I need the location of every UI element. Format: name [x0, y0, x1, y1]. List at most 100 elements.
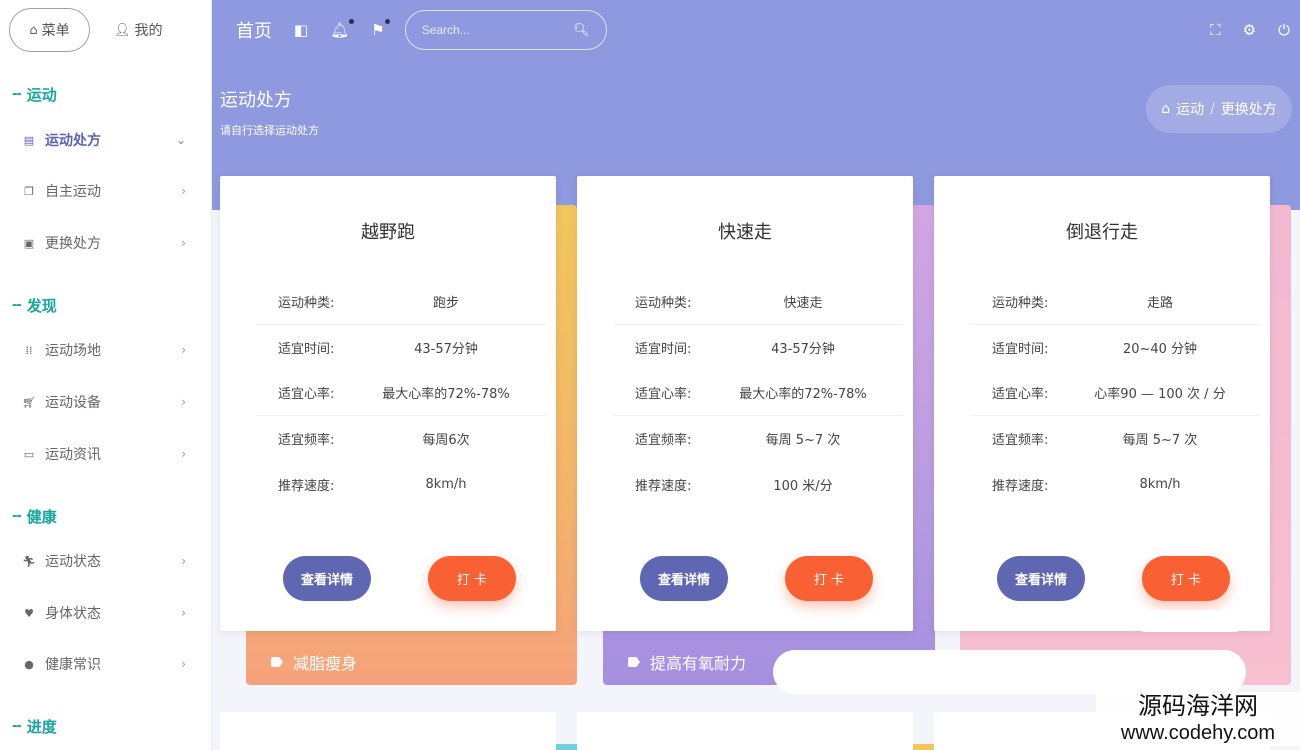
chevron-right-icon: ›	[181, 395, 186, 409]
tag-icon	[271, 657, 283, 667]
calendar-icon: ▣	[23, 236, 35, 250]
gear-icon[interactable]: ⚙	[1243, 21, 1256, 39]
row-value: 20~40 分钟	[1122, 342, 1198, 357]
card-tag-1: 减脂瘦身	[271, 650, 357, 674]
row-key: 适宜频率:	[635, 433, 692, 448]
card-row: 运动种类: 跑步	[256, 278, 546, 324]
card-tag-2: 提高有氧耐力	[628, 650, 746, 674]
sidebar-item-body-status[interactable]: ♥ 身体状态 ›	[0, 593, 212, 633]
sidebar-item-label: 运动处方	[45, 133, 101, 149]
prescription-card-5	[577, 712, 913, 750]
card-title: 倒退行走	[1066, 222, 1138, 243]
layout-icon[interactable]: ◧	[294, 21, 308, 39]
check-in-button[interactable]: 打 卡	[1142, 556, 1230, 601]
fullscreen-icon[interactable]: ⛶	[1210, 21, 1221, 39]
tab-mine[interactable]: 👤︎ 我的	[96, 8, 181, 52]
sidebar-item-label: 自主运动	[45, 184, 101, 200]
sidebar-item-label: 健康常识	[45, 657, 101, 673]
card-row: 适宜心率: 最大心率的72%-78%	[613, 369, 903, 415]
row-key: 运动种类:	[992, 295, 1049, 311]
nav-right-tools: ⛶ ⚙ ⏻	[1210, 0, 1290, 60]
sidebar-item-equipment[interactable]: 🛒︎ 运动设备 ›	[0, 382, 212, 422]
card-row: 适宜时间: 20~40 分钟	[970, 324, 1260, 370]
card-backdrop-4	[556, 744, 577, 750]
card-row: 适宜频率: 每周6次	[256, 415, 546, 461]
prescription-card-1: 越野跑 运动种类: 跑步 适宜时间: 43-57分钟 适宜心率: 最大心率的72%-7…	[220, 176, 556, 631]
row-key: 适宜频率:	[992, 433, 1049, 448]
row-value: 每周6次	[422, 433, 470, 448]
watermark: 源码海洋网 www.codehy.com	[1096, 692, 1300, 746]
tab-menu[interactable]: ⌂ 菜单	[9, 8, 90, 52]
view-details-button[interactable]: 查看详情	[640, 556, 728, 601]
watermark-line-2: www.codehy.com	[1120, 722, 1276, 744]
chevron-right-icon: ›	[181, 236, 186, 250]
search-icon[interactable]: 🔍︎	[573, 23, 590, 38]
group-exercise: -- 运动	[12, 86, 57, 104]
check-in-button[interactable]: 打 卡	[785, 556, 873, 601]
bell-icon[interactable]: 🔔︎	[330, 19, 355, 39]
sidebar-item-free-exercise[interactable]: ❐ 自主运动 ›	[0, 171, 212, 211]
row-value: 走路	[1146, 295, 1173, 311]
card-row: 运动种类: 快速走	[613, 278, 903, 324]
sidebar-item-label: 身体状态	[45, 606, 101, 622]
home-icon: ⌂	[29, 22, 38, 38]
breadcrumb-item[interactable]: 运动	[1176, 99, 1204, 119]
view-details-button[interactable]: 查看详情	[283, 556, 371, 601]
card-row: 适宜心率: 心率90 — 100 次 / 分	[970, 369, 1260, 415]
row-key: 适宜频率:	[278, 433, 335, 448]
row-key: 推荐速度:	[278, 478, 335, 494]
apple-icon: ●	[24, 657, 34, 671]
sidebar-item-venues[interactable]: ⁞⁞ 运动场地 ›	[0, 330, 212, 370]
search-box: 🔍︎	[404, 10, 607, 50]
card-row: 适宜频率: 每周 5~7 次	[970, 415, 1260, 461]
row-key: 推荐速度:	[635, 478, 692, 494]
overlay-bar	[773, 650, 1246, 694]
document-icon: ▤	[23, 133, 35, 147]
card-backdrop-5	[913, 744, 934, 750]
card-row: 适宜时间: 43-57分钟	[613, 324, 903, 370]
flag-icon[interactable]: ⚑	[371, 19, 390, 39]
row-key: 适宜心率:	[635, 386, 692, 402]
watermark-line-1: 源码海洋网	[1138, 692, 1258, 720]
card-row: 推荐速度: 8km/h	[970, 461, 1260, 507]
chevron-right-icon: ›	[181, 447, 186, 461]
sidebar-tabs: ⌂ 菜单 👤︎ 我的	[0, 0, 211, 60]
card-title: 越野跑	[361, 222, 415, 243]
row-key: 运动种类:	[278, 295, 335, 311]
nav-home-link[interactable]: 首页	[236, 17, 272, 43]
row-value: 每周 5~7 次	[765, 433, 841, 448]
row-value: 43-57分钟	[771, 342, 835, 357]
tab-menu-label: 菜单	[41, 23, 70, 39]
group-label: 健康	[26, 508, 57, 526]
prescription-card-4	[220, 712, 556, 750]
chevron-right-icon: ›	[181, 343, 186, 357]
sidebar-item-change-prescription[interactable]: ▣ 更换处方 ›	[0, 223, 212, 263]
row-value: 8km/h	[1139, 476, 1181, 492]
card-row: 推荐速度: 100 米/分	[613, 461, 903, 507]
chevron-right-icon: ›	[181, 184, 186, 198]
sidebar-item-prescription[interactable]: ▤ 运动处方 ⌄	[0, 120, 212, 160]
sidebar-item-news[interactable]: ▭ 运动资讯 ›	[0, 434, 212, 474]
sidebar-item-exercise-status[interactable]: 🏃︎ 运动状态 ›	[0, 541, 212, 581]
row-key: 适宜心率:	[992, 386, 1049, 402]
home-icon: ⌂	[1161, 101, 1171, 117]
group-label: 进度	[26, 718, 57, 736]
row-value: 快速走	[783, 295, 823, 311]
power-icon[interactable]: ⏻	[1278, 21, 1290, 39]
search-input[interactable]	[421, 23, 562, 37]
row-value: 8km/h	[425, 476, 467, 492]
card-tag-label: 提高有氧耐力	[650, 654, 747, 673]
view-details-button[interactable]: 查看详情	[997, 556, 1085, 601]
sidebar-item-label: 更换处方	[45, 236, 101, 252]
runner-icon: 🏃︎	[22, 554, 36, 568]
row-value: 每周 5~7 次	[1122, 433, 1198, 448]
tag-icon	[628, 657, 640, 667]
check-in-button[interactable]: 打 卡	[428, 556, 516, 601]
row-value: 跑步	[432, 295, 459, 311]
row-value: 最大心率的72%-78%	[382, 386, 510, 402]
card-row: 推荐速度: 8km/h	[256, 461, 546, 507]
prescription-card-3: 倒退行走 运动种类: 走路 适宜时间: 20~40 分钟 适宜心率: 心率90 — 1…	[934, 176, 1270, 631]
chevron-down-icon: ⌄	[175, 133, 186, 147]
page-title: 运动处方	[220, 90, 292, 111]
sidebar-item-health-tips[interactable]: ● 健康常识 ›	[0, 644, 212, 684]
